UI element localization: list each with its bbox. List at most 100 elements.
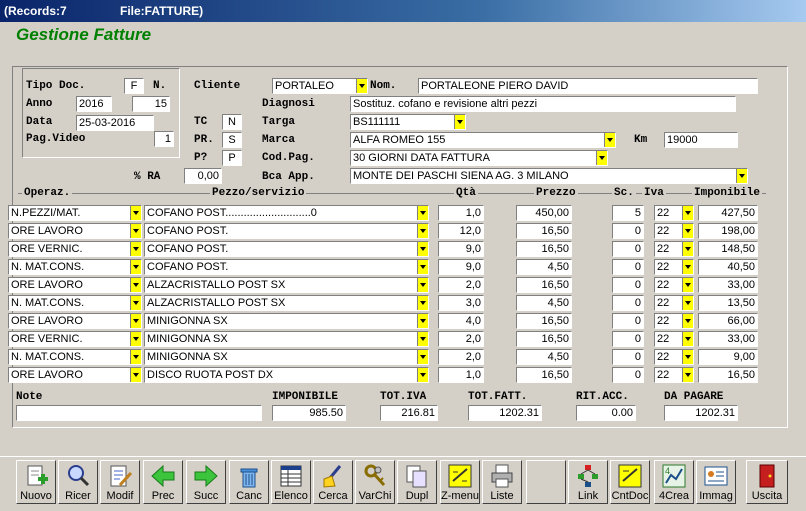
row-sc-field[interactable]: 0	[612, 349, 644, 365]
pr-field[interactable]: S	[222, 132, 242, 148]
row-pezzo-field[interactable]: COFANO POST.	[144, 259, 429, 275]
row-qta-field[interactable]: 2,0	[438, 331, 484, 347]
chevron-down-icon[interactable]	[417, 224, 428, 238]
row-imponibile-field[interactable]: 66,00	[698, 313, 758, 329]
chevron-down-icon[interactable]	[682, 224, 693, 238]
link-button[interactable]: Link	[568, 460, 608, 504]
chevron-down-icon[interactable]	[417, 260, 428, 274]
tc-field[interactable]: N	[222, 114, 242, 130]
row-sc-field[interactable]: 5	[612, 205, 644, 221]
diagnosi-field[interactable]: Sostituz. cofano e revisione altri pezzi	[350, 96, 736, 112]
pq-field[interactable]: P	[222, 150, 242, 166]
row-operaz-field[interactable]: ORE VERNIC.	[8, 241, 142, 257]
chevron-down-icon[interactable]	[682, 350, 693, 364]
row-iva-field[interactable]: 22	[654, 331, 694, 347]
modif-button[interactable]: Modif	[100, 460, 140, 504]
row-sc-field[interactable]: 0	[612, 313, 644, 329]
prec-button[interactable]: Prec	[143, 460, 183, 504]
chevron-down-icon[interactable]	[682, 314, 693, 328]
dupl-button[interactable]: Dupl	[397, 460, 437, 504]
row-prezzo-field[interactable]: 16,50	[516, 367, 572, 383]
row-operaz-field[interactable]: ORE LAVORO	[8, 277, 142, 293]
chevron-down-icon[interactable]	[130, 332, 141, 346]
chevron-down-icon[interactable]	[130, 278, 141, 292]
row-prezzo-field[interactable]: 4,50	[516, 349, 572, 365]
row-qta-field[interactable]: 1,0	[438, 367, 484, 383]
chevron-down-icon[interactable]	[417, 296, 428, 310]
ricer-button[interactable]: Ricer	[58, 460, 98, 504]
row-operaz-field[interactable]: N. MAT.CONS.	[8, 349, 142, 365]
row-qta-field[interactable]: 2,0	[438, 349, 484, 365]
uscita-button[interactable]: Uscita	[746, 460, 788, 504]
row-pezzo-field[interactable]: MINIGONNA SX	[144, 349, 429, 365]
row-prezzo-field[interactable]: 16,50	[516, 241, 572, 257]
row-imponibile-field[interactable]: 16,50	[698, 367, 758, 383]
row-qta-field[interactable]: 4,0	[438, 313, 484, 329]
row-iva-field[interactable]: 22	[654, 277, 694, 293]
note-field[interactable]	[16, 405, 262, 421]
row-imponibile-field[interactable]: 40,50	[698, 259, 758, 275]
ra-field[interactable]: 0,00	[184, 168, 222, 184]
row-imponibile-field[interactable]: 148,50	[698, 241, 758, 257]
row-sc-field[interactable]: 0	[612, 367, 644, 383]
row-pezzo-field[interactable]: ALZACRISTALLO POST SX	[144, 277, 429, 293]
row-qta-field[interactable]: 12,0	[438, 223, 484, 239]
chevron-down-icon[interactable]	[417, 278, 428, 292]
row-imponibile-field[interactable]: 13,50	[698, 295, 758, 311]
chevron-down-icon[interactable]	[130, 368, 141, 382]
chevron-down-icon[interactable]	[130, 260, 141, 274]
row-qta-field[interactable]: 1,0	[438, 205, 484, 221]
chevron-down-icon[interactable]	[682, 260, 693, 274]
row-operaz-field[interactable]: ORE VERNIC.	[8, 331, 142, 347]
marca-select[interactable]: ALFA ROMEO 155	[350, 132, 616, 148]
row-sc-field[interactable]: 0	[612, 295, 644, 311]
row-operaz-field[interactable]: ORE LAVORO	[8, 223, 142, 239]
cntdoc-button[interactable]: CntDoc	[610, 460, 650, 504]
data-field[interactable]: 25-03-2016	[76, 115, 154, 131]
row-sc-field[interactable]: 0	[612, 259, 644, 275]
row-sc-field[interactable]: 0	[612, 331, 644, 347]
row-iva-field[interactable]: 22	[654, 223, 694, 239]
row-qta-field[interactable]: 9,0	[438, 259, 484, 275]
chevron-down-icon[interactable]	[736, 169, 747, 183]
row-pezzo-field[interactable]: MINIGONNA SX	[144, 313, 429, 329]
row-imponibile-field[interactable]: 198,00	[698, 223, 758, 239]
row-qta-field[interactable]: 3,0	[438, 295, 484, 311]
succ-button[interactable]: Succ	[186, 460, 226, 504]
canc-button[interactable]: Canc	[229, 460, 269, 504]
row-pezzo-field[interactable]: MINIGONNA SX	[144, 331, 429, 347]
chevron-down-icon[interactable]	[682, 206, 693, 220]
row-operaz-field[interactable]: ORE LAVORO	[8, 367, 142, 383]
codpag-select[interactable]: 30 GIORNI DATA FATTURA	[350, 150, 608, 166]
nom-field[interactable]: PORTALEONE PIERO DAVID	[418, 78, 758, 94]
row-iva-field[interactable]: 22	[654, 295, 694, 311]
anno-field[interactable]: 2016	[76, 96, 112, 112]
tipo-doc-field[interactable]: F	[124, 78, 144, 94]
chevron-down-icon[interactable]	[130, 206, 141, 220]
row-pezzo-field[interactable]: ALZACRISTALLO POST SX	[144, 295, 429, 311]
chevron-down-icon[interactable]	[130, 296, 141, 310]
chevron-down-icon[interactable]	[682, 368, 693, 382]
row-imponibile-field[interactable]: 33,00	[698, 331, 758, 347]
zmenu-button[interactable]: Z-menu	[440, 460, 480, 504]
row-iva-field[interactable]: 22	[654, 313, 694, 329]
chevron-down-icon[interactable]	[417, 350, 428, 364]
row-imponibile-field[interactable]: 427,50	[698, 205, 758, 221]
immag-button[interactable]: Immag	[696, 460, 736, 504]
row-prezzo-field[interactable]: 4,50	[516, 259, 572, 275]
row-imponibile-field[interactable]: 33,00	[698, 277, 758, 293]
chevron-down-icon[interactable]	[682, 296, 693, 310]
chevron-down-icon[interactable]	[682, 332, 693, 346]
row-operaz-field[interactable]: ORE LAVORO	[8, 313, 142, 329]
row-iva-field[interactable]: 22	[654, 259, 694, 275]
4crea-button[interactable]: 4 4Crea	[654, 460, 694, 504]
cliente-select[interactable]: PORTALEO	[272, 78, 368, 94]
row-pezzo-field[interactable]: COFANO POST.	[144, 223, 429, 239]
row-pezzo-field[interactable]: COFANO POST.	[144, 241, 429, 257]
chevron-down-icon[interactable]	[417, 332, 428, 346]
chevron-down-icon[interactable]	[682, 242, 693, 256]
chevron-down-icon[interactable]	[417, 206, 428, 220]
km-field[interactable]: 19000	[664, 132, 738, 148]
row-prezzo-field[interactable]: 450,00	[516, 205, 572, 221]
targa-select[interactable]: BS111111	[350, 114, 466, 130]
